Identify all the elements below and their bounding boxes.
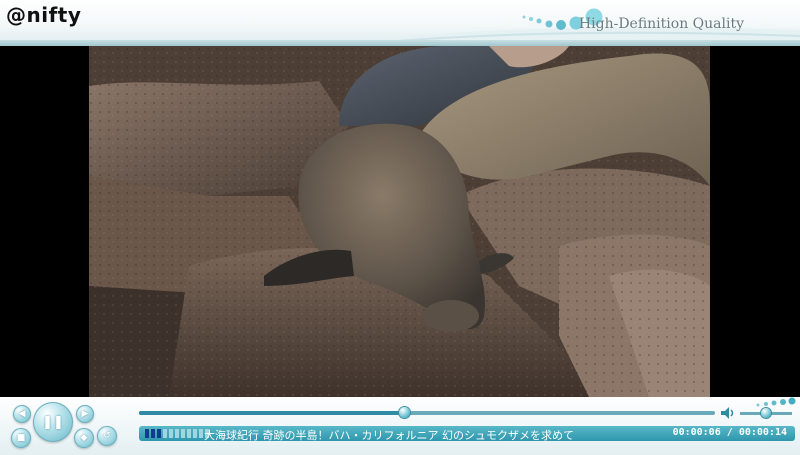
forward-button[interactable]: ▶ <box>76 405 94 423</box>
pause-icon: ❚❚ <box>42 414 64 430</box>
chapter-button[interactable]: ◆ <box>74 428 94 448</box>
stop-icon: ■ <box>16 433 26 443</box>
video-frame-image <box>89 46 710 397</box>
buffer-segment <box>181 429 185 438</box>
forward-icon: ▶ <box>81 409 89 419</box>
buffer-segment <box>151 429 155 438</box>
buffer-segment <box>145 429 149 438</box>
chapter-icon: ◆ <box>80 433 88 443</box>
video-viewport[interactable] <box>89 46 710 397</box>
time-separator: / <box>726 427 733 438</box>
time-display: 00:00:06 / 00:00:14 <box>673 427 787 438</box>
rewind-icon: ◀ <box>18 409 26 419</box>
speaker-icon[interactable] <box>720 406 736 420</box>
volume-handle[interactable] <box>761 408 771 418</box>
stop-button[interactable]: ■ <box>11 428 31 448</box>
buffer-segment <box>187 429 191 438</box>
seek-progress <box>139 411 404 415</box>
seek-handle[interactable] <box>398 407 410 418</box>
fullscreen-icon: ↺ <box>103 431 111 441</box>
nifty-logo[interactable]: @nifty <box>6 3 81 27</box>
play-pause-button[interactable]: ❚❚ <box>33 402 73 442</box>
info-bar: 大海球紀行 奇跡の半島！バハ・カリフォルニア 幻のシュモクザメを求めて 00:0… <box>139 426 795 442</box>
hd-quality-label: High-Definition Quality <box>578 16 744 32</box>
video-frame[interactable] <box>0 46 800 397</box>
site-header: @nifty High-Definition Quality <box>0 0 800 46</box>
buffer-segment <box>163 429 167 438</box>
fullscreen-button[interactable]: ↺ <box>97 426 117 446</box>
buffer-segment <box>157 429 161 438</box>
player-controls: ◀ ■ ❚❚ ▶ ◆ ↺ 大海球紀行 奇跡の半島！バハ・カリフォルニア 幻のシュ… <box>0 397 800 455</box>
seek-bar[interactable] <box>139 407 715 418</box>
buffer-indicator <box>145 429 209 438</box>
video-title: 大海球紀行 奇跡の半島！バハ・カリフォルニア 幻のシュモクザメを求めて <box>204 429 574 442</box>
buffer-segment <box>175 429 179 438</box>
buffer-segment <box>193 429 197 438</box>
current-time: 00:00:06 <box>672 427 721 438</box>
total-time: 00:00:14 <box>738 427 787 438</box>
buffer-segment <box>169 429 173 438</box>
buffer-segment <box>199 429 203 438</box>
volume-slider[interactable] <box>740 408 792 418</box>
rewind-button[interactable]: ◀ <box>13 405 31 423</box>
control-button-cluster: ◀ ■ ❚❚ ▶ ◆ ↺ <box>0 397 130 455</box>
